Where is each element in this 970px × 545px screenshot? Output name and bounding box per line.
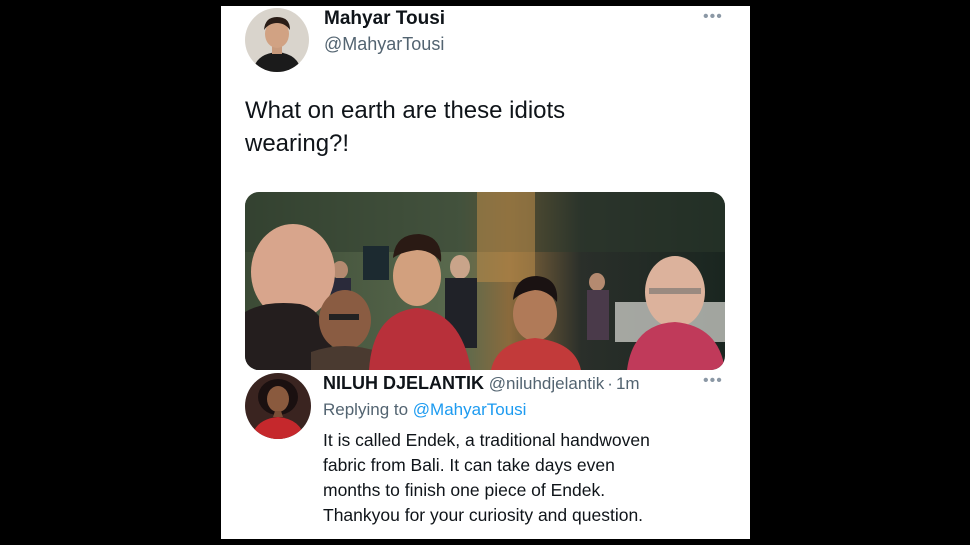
reply-author-avatar[interactable] (245, 373, 311, 439)
replying-prefix: Replying to (323, 400, 409, 419)
replying-to: Replying to @MahyarTousi (323, 400, 526, 420)
author-handle[interactable]: @MahyarTousi (324, 34, 444, 55)
author-name[interactable]: Mahyar Tousi (324, 8, 445, 30)
reply-author-name[interactable]: NILUH DJELANTIK (323, 373, 484, 393)
reply-more-icon[interactable]: ••• (703, 372, 723, 390)
reply-time[interactable]: 1m (616, 374, 640, 393)
tweet-photo[interactable] (245, 192, 725, 370)
reply-separator: · (607, 374, 613, 393)
more-icon[interactable]: ••• (703, 8, 723, 26)
tweet-card: Mahyar Tousi @MahyarTousi ••• What on ea… (221, 6, 750, 539)
reply-author-handle[interactable]: @niluhdjelantik (489, 374, 605, 393)
tweet-text: What on earth are these idiots wearing?! (245, 97, 566, 157)
author-avatar[interactable] (245, 8, 309, 72)
replying-to-link[interactable]: @MahyarTousi (413, 400, 527, 419)
reply-header: NILUH DJELANTIK @niluhdjelantik · 1m (323, 373, 640, 394)
reply-text: It is called Endek, a traditional handwo… (323, 430, 650, 525)
